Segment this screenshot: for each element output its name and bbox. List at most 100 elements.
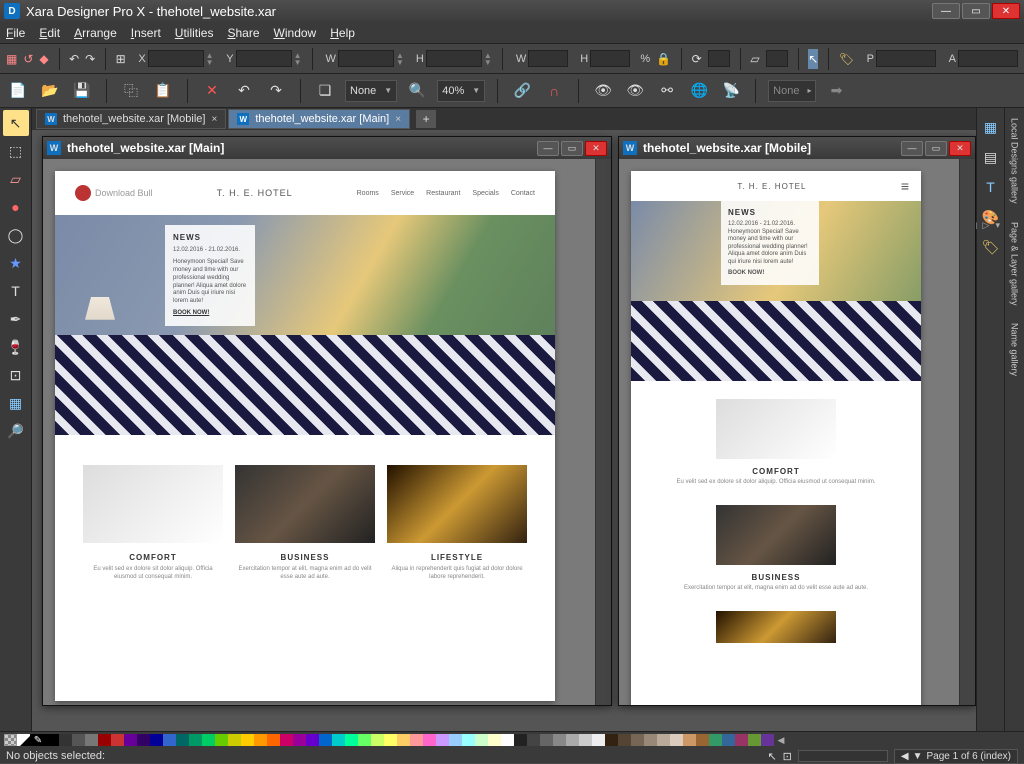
a-field[interactable] [958, 50, 1018, 67]
tag-gallery-icon[interactable]: 🏷 [978, 234, 1004, 260]
color-swatch[interactable] [410, 734, 423, 746]
shape-tool-icon[interactable]: ⬚ [3, 138, 29, 164]
snap-grid-icon[interactable]: ⊞ [116, 49, 126, 69]
color-swatch[interactable] [215, 734, 228, 746]
no-color-swatch[interactable] [4, 734, 17, 746]
glass-tool-icon[interactable]: 🍷 [3, 334, 29, 360]
color-swatch[interactable] [46, 734, 59, 746]
fill-dropdown[interactable]: None▼ [345, 80, 397, 102]
color-swatch[interactable] [98, 734, 111, 746]
color-swatch[interactable] [735, 734, 748, 746]
w-field[interactable] [338, 50, 394, 67]
page-canvas-main[interactable]: Download Bull T. H. E. HOTEL Rooms Servi… [55, 171, 555, 701]
next-doc-icon[interactable]: ▷ [983, 220, 990, 231]
color-swatch[interactable] [488, 734, 501, 746]
paste-icon[interactable]: 📋 [151, 79, 175, 103]
doc-close-button[interactable]: ✕ [585, 141, 607, 156]
ellipse-tool-icon[interactable]: ◯ [3, 222, 29, 248]
undo-icon[interactable]: ↶ [232, 79, 256, 103]
color-swatch[interactable] [540, 734, 553, 746]
color-swatch[interactable] [449, 734, 462, 746]
doc-maximize-button[interactable]: ▭ [925, 141, 947, 156]
color-swatch[interactable] [527, 734, 540, 746]
color-swatch[interactable] [254, 734, 267, 746]
zoom-in-tool-icon[interactable]: 🔎 [3, 418, 29, 444]
color-swatch[interactable] [267, 734, 280, 746]
eraser-tool-icon[interactable]: ▱ [3, 166, 29, 192]
redo-icon[interactable]: ↷ [264, 79, 288, 103]
scale-tool-icon[interactable]: ◆ [39, 49, 48, 69]
color-swatch[interactable] [189, 734, 202, 746]
color-swatch[interactable] [85, 734, 98, 746]
edit-color-icon[interactable]: ✎ [30, 734, 46, 746]
skew-field[interactable] [766, 50, 788, 67]
menu-share[interactable]: Share [227, 26, 259, 40]
color-swatch[interactable] [423, 734, 436, 746]
live-drag-icon[interactable]: ↖ [767, 750, 776, 763]
wpct-field[interactable] [528, 50, 568, 67]
snap-icon[interactable]: ∩ [542, 79, 566, 103]
link-icon[interactable]: 🔗 [510, 79, 534, 103]
color-swatch[interactable] [59, 734, 72, 746]
palette-scroll-left-icon[interactable]: ◀ [774, 734, 788, 746]
lock-aspect-icon[interactable]: 🔒 [656, 49, 671, 69]
color-gallery-icon[interactable]: ▦ [978, 114, 1004, 140]
color-swatch[interactable] [553, 734, 566, 746]
apply-icon[interactable]: ➡ [824, 79, 848, 103]
color-swatch[interactable] [163, 734, 176, 746]
menu-help[interactable]: Help [330, 26, 355, 40]
color-swatch[interactable] [358, 734, 371, 746]
page-layer-tab[interactable]: Page & Layer gallery [1008, 216, 1022, 312]
p-field[interactable] [876, 50, 936, 67]
menu-window[interactable]: Window [274, 26, 317, 40]
flip-h-icon[interactable]: ↶ [69, 49, 79, 69]
maximize-button[interactable]: ▭ [962, 3, 990, 19]
color-swatch[interactable] [241, 734, 254, 746]
color-swatch[interactable] [475, 734, 488, 746]
angle-field[interactable] [708, 50, 730, 67]
color-swatch[interactable] [150, 734, 163, 746]
zoom-tool-icon[interactable]: 🔍 [405, 79, 429, 103]
local-designs-tab[interactable]: Local Designs gallery [1008, 112, 1022, 210]
text-tool-icon[interactable]: T [3, 278, 29, 304]
menu-insert[interactable]: Insert [131, 26, 161, 40]
doc-maximize-button[interactable]: ▭ [561, 141, 583, 156]
color-swatch[interactable] [319, 734, 332, 746]
vertical-scrollbar[interactable] [959, 159, 975, 705]
color-swatch[interactable] [579, 734, 592, 746]
open-icon[interactable]: 📂 [38, 79, 62, 103]
color-swatch[interactable] [397, 734, 410, 746]
color-swatch[interactable] [566, 734, 579, 746]
doc-close-button[interactable]: ✕ [949, 141, 971, 156]
color-swatch[interactable] [111, 734, 124, 746]
color-swatch[interactable] [228, 734, 241, 746]
color-swatch[interactable] [657, 734, 670, 746]
star-tool-icon[interactable]: ★ [3, 250, 29, 276]
color-swatch[interactable] [137, 734, 150, 746]
new-icon[interactable]: 📄 [6, 79, 30, 103]
skew-icon[interactable]: ▱ [750, 49, 759, 69]
doc-minimize-button[interactable]: — [537, 141, 559, 156]
color-swatch[interactable] [332, 734, 345, 746]
color-swatch[interactable] [644, 734, 657, 746]
color-swatch[interactable] [748, 734, 761, 746]
preview-page-icon[interactable]: 👁 [623, 79, 647, 103]
text-gallery-icon[interactable]: T [978, 174, 1004, 200]
color-swatch[interactable] [72, 734, 85, 746]
color-swatch[interactable] [293, 734, 306, 746]
minimize-button[interactable]: — [932, 3, 960, 19]
color-swatch[interactable] [436, 734, 449, 746]
page-canvas-mobile[interactable]: T. H. E. HOTEL ≡ NEWS 12.02.2016 - 21.02… [631, 171, 921, 705]
h-field[interactable] [426, 50, 482, 67]
selection-bounds-icon[interactable]: ▦ [6, 49, 17, 69]
doc-list-icon[interactable]: ▾ [995, 220, 1000, 231]
color-swatch[interactable] [761, 734, 774, 746]
selector-tool-icon[interactable]: ↖ [3, 110, 29, 136]
color-swatch[interactable] [176, 734, 189, 746]
color-swatch[interactable] [202, 734, 215, 746]
x-field[interactable] [148, 50, 204, 67]
current-fill-swatch[interactable] [17, 734, 30, 746]
crop-tool-icon[interactable]: ⊡ [3, 362, 29, 388]
transparency-tool-icon[interactable]: ▦ [3, 390, 29, 416]
names-dropdown[interactable]: None▸ [768, 80, 816, 102]
